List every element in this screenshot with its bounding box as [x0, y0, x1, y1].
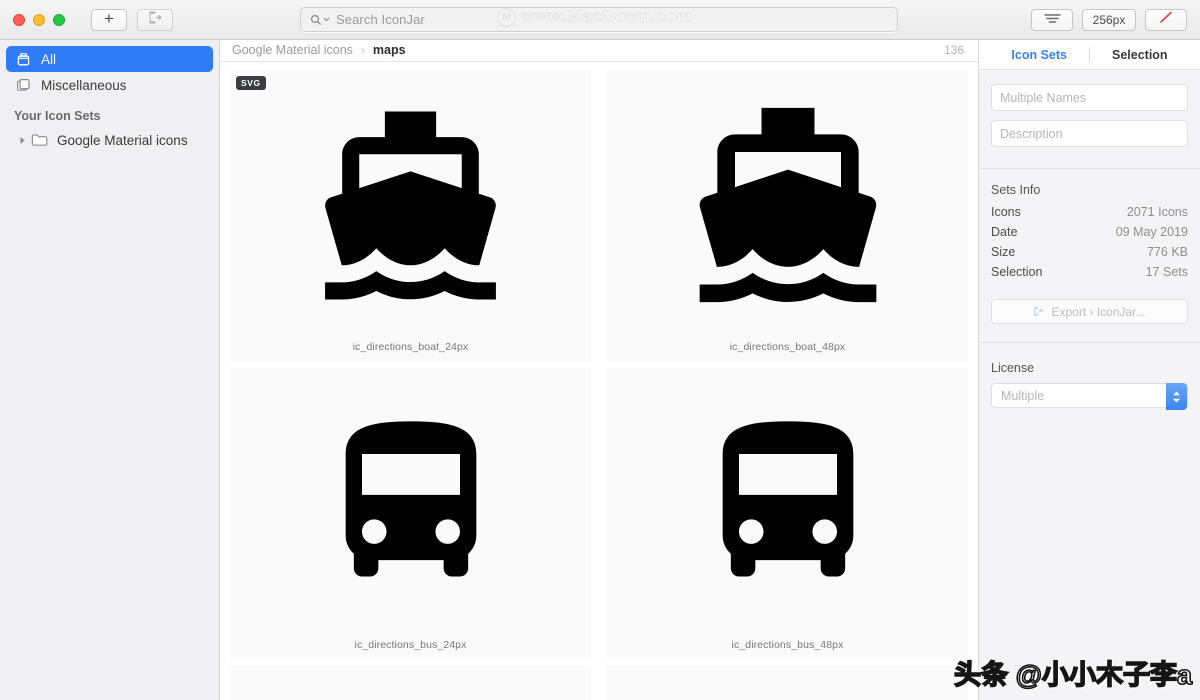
export-button[interactable] — [137, 8, 173, 31]
folder-icon — [30, 132, 49, 149]
icon-size-label: 256px — [1092, 13, 1126, 27]
info-row-size: Size 776 KB — [979, 245, 1200, 259]
export-iconjar-button[interactable]: Export › IconJar... — [991, 299, 1188, 324]
pen-edit-icon — [1158, 10, 1174, 30]
info-value: 776 KB — [1146, 245, 1188, 259]
icon-name-label: ic_directions_bus_48px — [731, 638, 844, 651]
icon-cell[interactable] — [607, 665, 968, 700]
stepper-icon[interactable] — [1166, 383, 1187, 410]
maximize-window-button[interactable] — [53, 13, 65, 26]
breadcrumb-separator-icon: › — [360, 43, 365, 58]
license-title: License — [991, 361, 1035, 375]
svg-format-badge: SVG — [236, 75, 266, 90]
info-value: 2071 Icons — [1126, 205, 1188, 219]
plus-icon: + — [104, 9, 114, 28]
directions-bus-icon — [345, 421, 476, 577]
info-value: 17 Sets — [1145, 265, 1188, 279]
filter-sort-button[interactable] — [1031, 9, 1073, 31]
search-field[interactable]: Search IconJar — [300, 7, 898, 32]
icon-name-label: ic_directions_boat_24px — [352, 340, 469, 353]
breadcrumb: Google Material icons › maps 136 — [220, 40, 978, 62]
edit-mode-button[interactable] — [1145, 9, 1187, 31]
toolbar-right-group: 256px — [1031, 9, 1187, 31]
license-divider — [979, 342, 1200, 343]
license-value: Multiple — [1001, 388, 1045, 403]
inspector-divider — [979, 168, 1200, 169]
breadcrumb-current: maps — [372, 43, 406, 58]
info-key: Size — [991, 245, 1016, 259]
info-row-icons: Icons 2071 Icons — [979, 205, 1200, 219]
info-value: 09 May 2019 — [1115, 225, 1188, 239]
close-window-button[interactable] — [13, 13, 25, 26]
icon-artwork — [230, 70, 591, 341]
inspector-panel: Icon Sets Selection Multiple Names Descr… — [978, 40, 1200, 700]
icon-cell[interactable]: ic_directions_boat_48px — [607, 69, 968, 362]
sidebar-item-all-label: All — [41, 51, 57, 67]
sidebar-section-header: Your Icon Sets — [14, 109, 101, 123]
breadcrumb-root[interactable]: Google Material icons — [232, 43, 353, 57]
icon-artwork — [607, 368, 968, 639]
inspector-fields: Multiple Names Description — [979, 70, 1200, 156]
search-input-placeholder: Search IconJar — [336, 12, 425, 27]
tab-icon-sets[interactable]: Icon Sets — [989, 40, 1089, 70]
sidebar: All Miscellaneous Your Icon Sets Google … — [0, 40, 220, 700]
info-row-date: Date 09 May 2019 — [979, 225, 1200, 239]
search-icon — [310, 14, 330, 26]
info-key: Icons — [991, 205, 1021, 219]
icon-count-label: 136 — [943, 43, 964, 58]
main-layout: All Miscellaneous Your Icon Sets Google … — [0, 40, 1200, 700]
icon-artwork — [607, 70, 968, 341]
license-select[interactable]: Multiple — [991, 383, 1188, 410]
info-key: Date — [991, 225, 1018, 239]
stack-icon — [14, 77, 33, 94]
export-icon — [148, 11, 162, 29]
icon-name-label: ic_directions_boat_48px — [729, 340, 846, 353]
icon-size-button[interactable]: 256px — [1082, 9, 1136, 31]
minimize-window-button[interactable] — [33, 13, 45, 26]
jar-icon — [14, 51, 33, 68]
chevron-right-icon[interactable] — [14, 136, 30, 145]
toolbar-left-group: + — [91, 8, 173, 31]
icon-cell[interactable] — [230, 665, 591, 700]
sidebar-item-google-material-icons[interactable]: Google Material icons — [6, 127, 213, 153]
icon-artwork — [230, 368, 591, 639]
window-traffic-lights — [13, 13, 65, 26]
tab-selection[interactable]: Selection — [1090, 40, 1190, 70]
filter-sort-icon — [1043, 11, 1061, 29]
export-small-icon — [1033, 305, 1044, 319]
title-bar: + Search IconJar M www.MacDown.com — [0, 0, 1200, 40]
add-icon-set-button[interactable]: + — [91, 8, 127, 31]
inspector-tabs: Icon Sets Selection — [979, 40, 1200, 70]
sidebar-set-label: Google Material icons — [57, 132, 188, 148]
info-key: Selection — [991, 265, 1043, 279]
info-row-selection: Selection 17 Sets — [979, 265, 1200, 279]
sidebar-item-all[interactable]: All — [6, 46, 213, 72]
icon-cell[interactable]: SVG ic_directions_boat_24px — [230, 69, 591, 362]
sidebar-item-miscellaneous-label: Miscellaneous — [41, 77, 127, 93]
content-area: Google Material icons › maps 136 SVG ic_… — [220, 40, 978, 700]
icon-cell[interactable]: ic_directions_bus_24px — [230, 367, 591, 660]
description-field[interactable]: Description — [991, 120, 1188, 147]
directions-bus-icon — [722, 421, 853, 577]
icon-grid[interactable]: SVG ic_directions_boat_24px ic_direction… — [220, 61, 978, 700]
icon-name-label: ic_directions_bus_24px — [354, 638, 467, 651]
sets-info-title: Sets Info — [991, 183, 1041, 197]
export-label: Export › IconJar... — [1051, 304, 1146, 319]
directions-boat-icon — [325, 111, 496, 300]
sidebar-item-miscellaneous[interactable]: Miscellaneous — [6, 72, 213, 98]
icon-cell[interactable]: ic_directions_bus_48px — [607, 367, 968, 660]
directions-boat-icon — [699, 107, 876, 303]
name-field[interactable]: Multiple Names — [991, 84, 1188, 111]
